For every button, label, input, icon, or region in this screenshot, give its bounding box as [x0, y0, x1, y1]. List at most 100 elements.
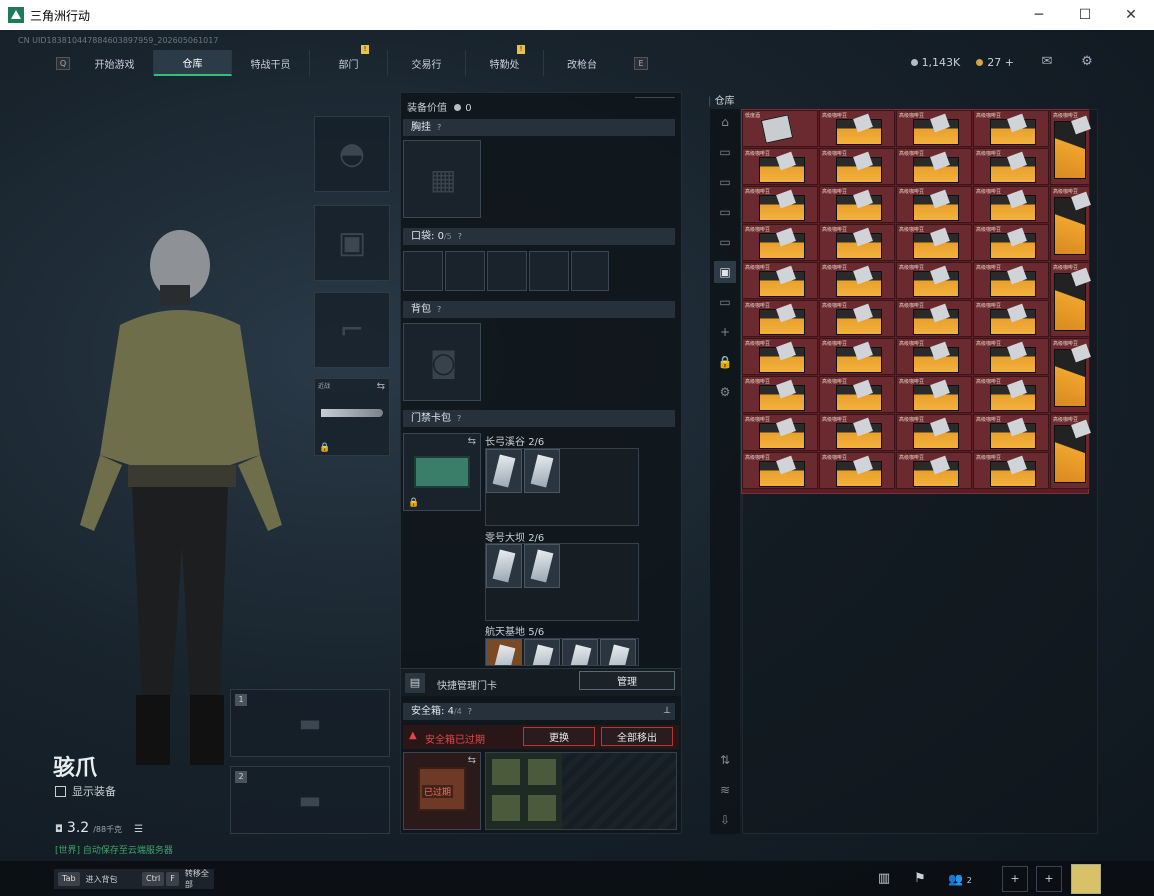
keycard-item[interactable] [486, 639, 522, 665]
manage-button[interactable]: 管理 [579, 671, 675, 690]
stash-item[interactable]: 高级咖啡豆 [819, 300, 895, 337]
primary-weapon-slot[interactable]: 1 ▬ [230, 689, 390, 757]
stash-item[interactable]: 高级咖啡豆 [819, 186, 895, 223]
stash-item[interactable]: 高级咖啡豆 [742, 338, 818, 375]
stash-tab-4-icon[interactable]: ▭ [714, 231, 736, 253]
helmet-slot[interactable]: ◓ [314, 116, 390, 192]
stash-item[interactable]: 低度酒 [742, 110, 818, 147]
swap-icon[interactable]: ⇆ [468, 755, 476, 766]
stash-tab-1-icon[interactable]: ▭ [714, 141, 736, 163]
flag-icon[interactable]: ⚑ [906, 866, 934, 892]
remove-all-button[interactable]: 全部移出 [601, 727, 673, 746]
friends-button[interactable]: 👥 2 [948, 866, 992, 892]
silver-currency[interactable]: 1,143K [910, 56, 960, 69]
avatar[interactable] [1071, 864, 1101, 894]
pocket-slot[interactable] [487, 251, 527, 291]
stash-item[interactable]: 高级咖啡豆 [742, 452, 818, 489]
melee-slot[interactable]: 近战 ⇆ 🔒 [314, 378, 390, 456]
keycard-item[interactable] [486, 449, 522, 493]
settings-gear-icon[interactable]: ⚙ [1078, 54, 1096, 69]
stash-item[interactable]: 高级咖啡豆 [973, 262, 1049, 299]
stats-icon[interactable]: ▥ [870, 866, 898, 892]
keycard-item[interactable] [524, 449, 560, 493]
stash-item[interactable]: 高级咖啡豆 [819, 224, 895, 261]
tab-department[interactable]: 部门! [310, 45, 388, 76]
help-icon[interactable]: ? [458, 232, 462, 241]
stash-tab-5-icon[interactable]: ▣ [714, 261, 736, 283]
mail-icon[interactable]: ✉ [1038, 54, 1056, 69]
maximize-button[interactable]: ☐ [1062, 0, 1108, 30]
pin-icon[interactable]: ⊥ [663, 703, 671, 720]
stash-item[interactable]: 高级咖啡豆 [973, 110, 1049, 147]
close-button[interactable]: ✕ [1108, 0, 1154, 30]
tab-operators[interactable]: 特战干员 [232, 50, 310, 76]
keycard-item[interactable] [600, 639, 636, 665]
stash-item[interactable]: 高级咖啡豆 [896, 224, 972, 261]
tab-gunsmith[interactable]: 改枪台 [544, 50, 620, 76]
stash-item[interactable]: 高级咖啡豆 [819, 110, 895, 147]
stash-tab-all-icon[interactable]: ⌂ [714, 111, 736, 133]
stash-item[interactable]: 高级咖啡豆 [1050, 414, 1090, 489]
tab-warehouse[interactable]: 仓库 [154, 50, 232, 76]
stash-item[interactable]: 高级咖啡豆 [973, 186, 1049, 223]
stash-item[interactable]: 高级咖啡豆 [973, 338, 1049, 375]
stash-item[interactable]: 高级咖啡豆 [742, 300, 818, 337]
stash-item[interactable]: 高级咖啡豆 [819, 262, 895, 299]
stash-item[interactable]: 高级咖啡豆 [819, 148, 895, 185]
checkbox[interactable] [55, 785, 66, 797]
stash-item[interactable]: 高级咖啡豆 [973, 414, 1049, 451]
stash-item[interactable]: 高级咖啡豆 [973, 300, 1049, 337]
stash-item[interactable]: 高级咖啡豆 [742, 186, 818, 223]
pocket-slot[interactable] [529, 251, 569, 291]
list-icon[interactable]: ☰ [134, 824, 143, 835]
stash-item[interactable]: 高级咖啡豆 [896, 186, 972, 223]
pistol-slot[interactable]: ⌐ [314, 292, 390, 368]
pocket-slot[interactable] [571, 251, 609, 291]
tab-special-ops[interactable]: 特勤处! [466, 45, 544, 76]
stash-item[interactable]: 高级咖啡豆 [896, 110, 972, 147]
pocket-slot[interactable] [403, 251, 443, 291]
add-tab-icon[interactable]: + [714, 321, 736, 343]
stash-item[interactable]: 高级咖啡豆 [742, 414, 818, 451]
help-icon[interactable]: ? [468, 707, 472, 716]
swap-icon[interactable]: ⇆ [468, 436, 476, 447]
stash-item[interactable]: 高级咖啡豆 [1050, 186, 1090, 261]
stash-item[interactable]: 高级咖啡豆 [973, 148, 1049, 185]
stash-item[interactable]: 高级咖啡豆 [896, 300, 972, 337]
transfer-hint[interactable]: Ctrl F 转移全部 [138, 869, 214, 889]
add-currency-icon[interactable]: + [1005, 56, 1014, 69]
tab-start-game[interactable]: 开始游戏 [76, 50, 154, 76]
stash-item[interactable]: 高级咖啡豆 [819, 376, 895, 413]
settings-gear-icon[interactable]: ⚙ [714, 381, 736, 403]
chest-rig-slot[interactable]: ▦ [403, 140, 481, 218]
tidy-icon[interactable]: ⇩ [714, 809, 736, 831]
keycard-item[interactable] [524, 544, 560, 588]
keycard-item[interactable] [562, 639, 598, 665]
stash-item[interactable]: 高级咖啡豆 [1050, 338, 1090, 413]
stash-item[interactable]: 高级咖啡豆 [819, 338, 895, 375]
replace-button[interactable]: 更换 [523, 727, 595, 746]
tab-hint[interactable]: Tab 进入背包 [54, 869, 138, 889]
gold-currency[interactable]: 27 + [976, 56, 1014, 69]
stash-item[interactable]: 高级咖啡豆 [896, 338, 972, 375]
stash-item[interactable]: 高级咖啡豆 [896, 452, 972, 489]
help-icon[interactable]: ? [457, 414, 461, 423]
stash-item[interactable]: 高级咖啡豆 [819, 452, 895, 489]
stash-item[interactable]: 高级咖啡豆 [742, 148, 818, 185]
stash-item[interactable]: 高级咖啡豆 [896, 376, 972, 413]
tab-trade[interactable]: 交易行 [388, 50, 466, 76]
stash-item[interactable]: 高级咖啡豆 [973, 224, 1049, 261]
safe-box-slot[interactable]: 已过期 ⇆ [403, 752, 481, 830]
minimize-button[interactable]: ─ [1016, 0, 1062, 30]
keycard-case-slot[interactable]: ⇆ 🔒 [403, 433, 481, 511]
stash-item[interactable]: 高级咖啡豆 [1050, 262, 1090, 337]
stash-tab-6-icon[interactable]: ▭ [714, 291, 736, 313]
safe-box-contents[interactable] [486, 753, 562, 829]
stash-item[interactable]: 高级咖啡豆 [742, 376, 818, 413]
stash-item[interactable]: 高级咖啡豆 [896, 148, 972, 185]
stash-tab-3-icon[interactable]: ▭ [714, 201, 736, 223]
help-icon[interactable]: ? [437, 123, 441, 132]
stash-item[interactable]: 高级咖啡豆 [819, 414, 895, 451]
backpack-slot[interactable]: ◙ [403, 323, 481, 401]
armor-slot[interactable]: ▣ [314, 205, 390, 281]
